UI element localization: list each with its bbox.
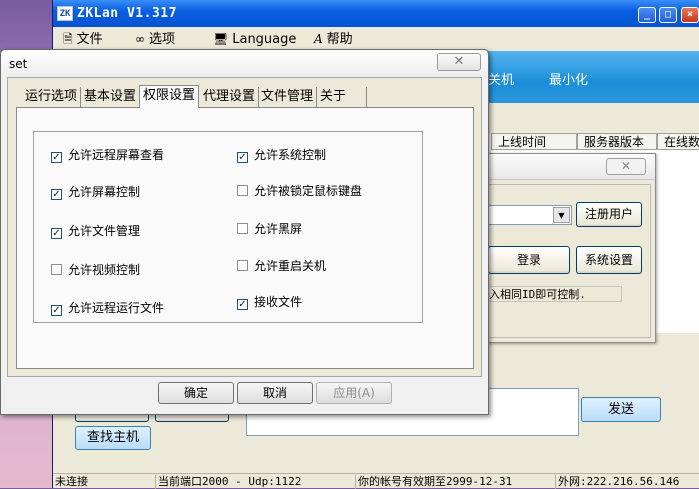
close-button[interactable]: × (681, 7, 699, 23)
app-icon: ZK (57, 6, 73, 21)
menu-language[interactable]: 🖥 Language (213, 30, 296, 48)
perm-label: 允许被锁定鼠标键盘 (254, 184, 363, 198)
column-header-server-version[interactable]: 服务器版本 (577, 133, 657, 150)
perm-label: 允许屏幕控制 (68, 185, 141, 199)
perm-label: 允许黑屏 (254, 222, 303, 236)
checkbox[interactable]: ✓ (237, 299, 248, 310)
tab-proxy-settings[interactable]: 代理设置 (200, 87, 260, 108)
column-header-online-time[interactable]: 上线时间 (491, 133, 577, 150)
permission-group: ✓ 允许远程屏幕查看 ✓ 允许屏幕控制 ✓ 允许文件管理 允许视频控制 ✓ 允许远程运行… (33, 131, 423, 323)
menu-options-label: 选项 (149, 32, 176, 47)
tab-run-options[interactable]: 运行选项 (22, 87, 82, 108)
set-close-button[interactable]: ✕ (437, 53, 481, 71)
find-host-button[interactable]: 查找主机 (75, 426, 151, 450)
window-title: ZKLan V1.317 (77, 6, 177, 21)
maximize-button[interactable]: □ (659, 7, 677, 23)
tab-basic-settings[interactable]: 基本设置 (81, 87, 141, 108)
ok-button[interactable]: 确定 (158, 382, 234, 404)
perm-video-control[interactable]: 允许视频控制 (51, 262, 140, 278)
checkbox[interactable] (237, 260, 248, 271)
system-settings-button[interactable]: 系统设置 (576, 246, 642, 274)
file-icon: 🗎 (63, 32, 73, 46)
glasses-icon: ∞ (135, 32, 145, 46)
checkbox[interactable]: ✓ (51, 305, 62, 316)
shutdown-toolbar-button[interactable]: 关机 (488, 69, 514, 88)
perm-system-control[interactable]: ✓ 允许系统控制 (237, 147, 326, 163)
perm-label: 允许远程运行文件 (68, 301, 165, 315)
perm-black-screen[interactable]: 允许黑屏 (237, 221, 302, 237)
perm-label: 允许文件管理 (68, 224, 141, 238)
perm-lock-mouse-keyboard[interactable]: 允许被锁定鼠标键盘 (237, 183, 362, 199)
register-user-button[interactable]: 注册用户 (576, 202, 642, 227)
checkbox[interactable] (237, 185, 248, 196)
menu-file[interactable]: 🗎 文件 (63, 30, 103, 48)
login-hint-text: 入相同ID即可控制. (488, 286, 622, 302)
minimize-toolbar-button[interactable]: 最小化 (549, 69, 588, 88)
language-icon: 🖥 (213, 32, 229, 46)
help-icon: A (314, 32, 323, 46)
login-button[interactable]: 登录 (488, 246, 570, 274)
tab-about[interactable]: 关于 (317, 87, 367, 108)
set-titlebar[interactable]: set ✕ (1, 50, 488, 77)
main-titlebar[interactable]: ZK ZKLan V1.317 _ □ × (53, 0, 699, 27)
menu-file-label: 文件 (76, 32, 103, 47)
menu-language-label: Language (232, 32, 297, 47)
login-close-button[interactable]: ✕ (606, 158, 646, 175)
checkbox[interactable]: ✓ (237, 152, 248, 163)
apply-button[interactable]: 应用(A) (316, 382, 392, 404)
checkbox[interactable]: ✓ (51, 152, 62, 163)
menu-help[interactable]: A 帮助 (314, 30, 353, 48)
connection-status: 未连接 (55, 475, 88, 488)
set-dialog-title: set (9, 57, 28, 71)
perm-label: 允许视频控制 (68, 263, 141, 277)
user-select[interactable]: ▼ (488, 205, 572, 225)
set-dialog-body: 运行选项 基本设置 权限设置 代理设置 文件管理 关于 ✓ 允许远程屏幕查看 ✓ 允… (7, 77, 482, 377)
perm-remote-run-file[interactable]: ✓ 允许远程运行文件 (51, 300, 164, 316)
menu-bar: 🗎 文件 ∞ 选项 🖥 Language A 帮助 (53, 27, 699, 51)
perm-restart-shutdown[interactable]: 允许重启关机 (237, 258, 326, 274)
perm-screen-control[interactable]: ✓ 允许屏幕控制 (51, 184, 140, 200)
set-dialog: set ✕ 运行选项 基本设置 权限设置 代理设置 文件管理 关于 ✓ 允许远程屏… (0, 49, 489, 415)
cancel-button[interactable]: 取消 (237, 382, 313, 404)
tab-file-management[interactable]: 文件管理 (258, 87, 318, 108)
column-header-online-count[interactable]: 在线数 (657, 133, 699, 150)
chevron-down-icon[interactable]: ▼ (553, 207, 570, 223)
perm-remote-screen-view[interactable]: ✓ 允许远程屏幕查看 (51, 147, 164, 163)
checkbox[interactable] (237, 223, 248, 234)
menu-options[interactable]: ∞ 选项 (135, 30, 175, 48)
status-bar: 未连接 当前端口2000 - Udp:1122 你的帐号有效期至2999-12-… (53, 473, 699, 489)
perm-label: 接收文件 (254, 295, 303, 309)
perm-label: 允许重启关机 (254, 259, 327, 273)
permission-settings-panel: ✓ 允许远程屏幕查看 ✓ 允许屏幕控制 ✓ 允许文件管理 允许视频控制 ✓ 允许远程运行… (16, 107, 474, 369)
send-button[interactable]: 发送 (581, 397, 661, 422)
menu-help-label: 帮助 (326, 32, 353, 47)
perm-file-management[interactable]: ✓ 允许文件管理 (51, 223, 140, 239)
perm-label: 允许远程屏幕查看 (68, 148, 165, 162)
tab-permission-settings[interactable]: 权限设置 (139, 85, 200, 108)
external-ip-status: 外网:222.216.56.146 (555, 475, 699, 489)
port-status: 当前端口2000 - Udp:1122 (155, 475, 351, 489)
account-expiry-status: 你的帐号有效期至2999-12-31 (355, 475, 551, 489)
perm-label: 允许系统控制 (254, 148, 327, 162)
checkbox[interactable] (51, 264, 62, 275)
checkbox[interactable]: ✓ (51, 189, 62, 200)
set-dialog-buttons: 确定 取消 应用(A) (7, 377, 482, 414)
minimize-button[interactable]: _ (638, 7, 656, 23)
checkbox[interactable]: ✓ (51, 228, 62, 239)
perm-receive-file[interactable]: ✓ 接收文件 (237, 294, 302, 310)
